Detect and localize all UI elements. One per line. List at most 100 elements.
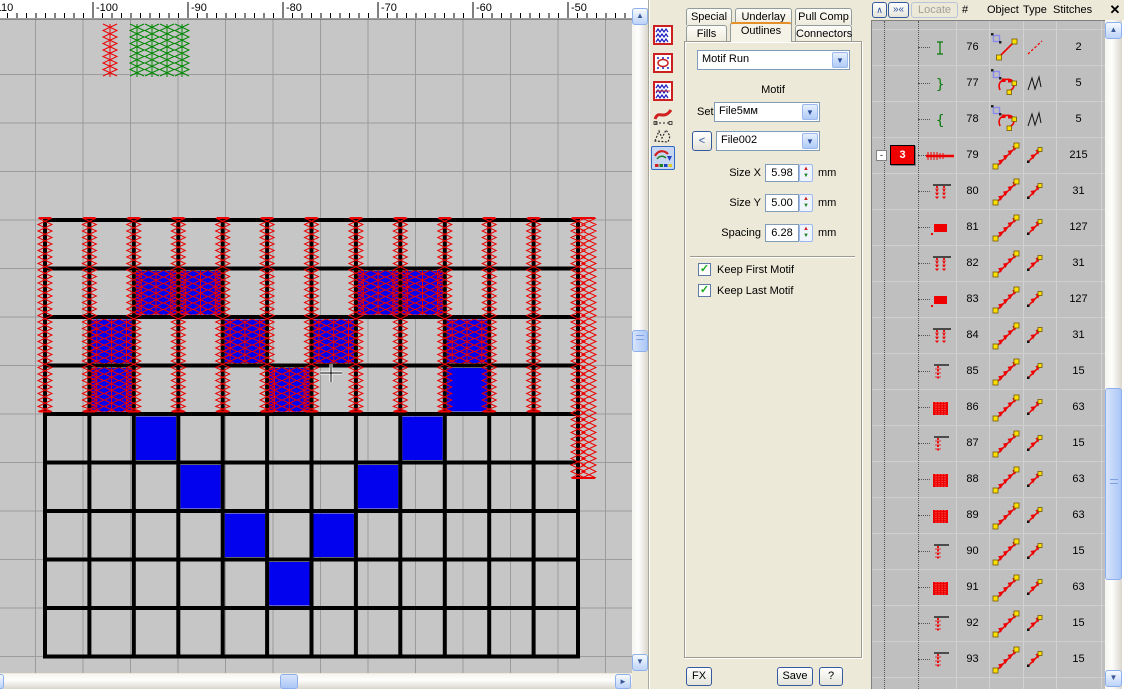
object-row[interactable]: {785 [872,102,1105,138]
locate-button[interactable]: Locate [911,2,958,18]
object-curve-icon[interactable] [991,105,1021,138]
tab-connectors[interactable]: Connectors [795,25,852,42]
motif-file-select[interactable]: File002 ▼ [716,131,820,151]
objects-scrollbar-track[interactable] [1105,20,1122,689]
object-arrows-icon[interactable] [991,321,1021,354]
object-arrows-icon[interactable] [991,501,1021,534]
chevron-down-icon[interactable]: ▼ [802,133,818,149]
fill-pattern-icon[interactable] [653,25,673,45]
save-button[interactable]: Save [777,667,813,686]
spin-up-icon[interactable]: ▲ [800,166,812,173]
spacing-spinner[interactable]: ▲ ▼ [799,224,813,242]
object-arrows-icon[interactable] [991,285,1021,318]
spacing-input[interactable]: 6.28 [765,224,799,242]
spin-down-icon[interactable]: ▼ [800,173,812,180]
tab-pull-comp[interactable]: Pull Comp [795,8,852,25]
object-row[interactable]: 81127 [872,210,1105,246]
object-row[interactable]: 8431 [872,318,1105,354]
scroll-down-icon[interactable]: ▼ [1105,670,1122,687]
type-running-icon [1024,37,1046,62]
canvas-vscrollbar[interactable]: ▲ ▼ [632,0,648,673]
fx-button[interactable]: FX [686,667,712,686]
tab-special[interactable]: Special [686,8,732,25]
object-row[interactable]: 8663 [872,390,1105,426]
style-apply-icon[interactable] [653,148,673,168]
object-row[interactable]: 9315 [872,642,1105,678]
canvas-hscrollbar[interactable]: ◄ ► [0,674,632,689]
type-motif-icon [1024,505,1046,530]
vscrollbar-thumb[interactable] [632,330,648,352]
chevron-up-icon[interactable]: ∧ [872,2,887,18]
tab-outlines[interactable]: Outlines [730,22,792,42]
spin-down-icon[interactable]: ▼ [800,233,812,240]
object-row[interactable]: 8515 [872,354,1105,390]
spin-down-icon[interactable]: ▼ [800,203,812,210]
size-y-spinner[interactable]: ▲ ▼ [799,194,813,212]
type-motif-icon [1024,217,1046,242]
object-row[interactable]: -379215 [872,138,1105,174]
object-arrows-icon[interactable] [991,465,1021,498]
help-button[interactable]: ? [819,667,843,686]
scroll-down-icon[interactable]: ▼ [632,654,648,671]
objects-scrollbar[interactable]: ▲ ▼ [1105,20,1122,689]
object-arrows-icon[interactable] [991,429,1021,462]
object-arrows-icon[interactable] [991,249,1021,282]
spin-up-icon[interactable]: ▲ [800,226,812,233]
motif-set-select[interactable]: File5мм ▼ [714,102,820,122]
object-arrows-icon[interactable] [991,213,1021,246]
object-arrows-icon[interactable] [991,537,1021,570]
spin-up-icon[interactable]: ▲ [800,196,812,203]
object-number: 76 [956,41,989,53]
keep-first-motif-checkbox[interactable]: ✓ [698,263,711,276]
object-line-icon[interactable] [991,33,1021,66]
chevron-down-icon[interactable]: ▼ [832,52,848,68]
design-canvas[interactable]: -110-100-90-80-70-60-50 [0,0,632,689]
scroll-right-icon[interactable]: ► [615,674,631,689]
col-number-header: # [962,4,968,16]
size-x-spinner[interactable]: ▲ ▼ [799,164,813,182]
scroll-left-icon[interactable]: ◄ [0,674,4,689]
object-arrows-icon[interactable] [991,393,1021,426]
motif-outline-icon[interactable] [653,126,673,146]
object-row[interactable]: 9015 [872,534,1105,570]
object-number: 85 [956,365,989,377]
object-arrows-icon[interactable] [991,357,1021,390]
color-group-badge[interactable]: 3 [890,145,915,165]
object-curve-icon[interactable] [991,69,1021,102]
object-row[interactable]: 8863 [872,462,1105,498]
outline-type-select[interactable]: Motif Run ▼ [697,50,850,70]
objects-list[interactable]: 762}775{785-3792158031811278231831278431… [871,20,1105,689]
size-y-input[interactable]: 5.00 [765,194,799,212]
object-row[interactable]: 83127 [872,282,1105,318]
object-row[interactable]: 9215 [872,606,1105,642]
scroll-up-icon[interactable]: ▲ [632,8,648,25]
collapse-expander[interactable]: - [876,150,887,161]
object-row[interactable]: }775 [872,66,1105,102]
scroll-up-icon[interactable]: ▲ [1105,22,1122,39]
applique-pattern-icon[interactable] [653,53,673,73]
fill-pattern2-icon[interactable] [653,81,673,101]
collapse-all-icon[interactable]: »« [888,2,909,18]
type-motif-icon [1024,289,1046,314]
object-row[interactable]: 8963 [872,498,1105,534]
object-row[interactable]: 8031 [872,174,1105,210]
object-row[interactable]: 8231 [872,246,1105,282]
object-arrows-icon[interactable] [991,141,1021,174]
object-row[interactable]: 9163 [872,570,1105,606]
keep-last-motif-checkbox[interactable]: ✓ [698,284,711,297]
object-arrows-icon[interactable] [991,177,1021,210]
chevron-down-icon[interactable]: ▼ [802,104,818,120]
object-row[interactable]: 762 [872,30,1105,66]
object-arrows-icon[interactable] [991,645,1021,678]
size-x-input[interactable]: 5.98 [765,164,799,182]
tab-fills[interactable]: Fills [686,25,727,42]
hscrollbar-thumb[interactable] [280,674,298,689]
tbar-icon [924,613,956,638]
close-icon[interactable]: ✕ [1107,2,1123,18]
object-arrows-icon[interactable] [991,609,1021,642]
object-row[interactable]: 8715 [872,426,1105,462]
satin-stitch-icon[interactable] [653,106,673,126]
objects-scrollbar-thumb[interactable] [1105,388,1122,580]
object-arrows-icon[interactable] [991,573,1021,606]
back-button[interactable]: < [692,131,712,151]
